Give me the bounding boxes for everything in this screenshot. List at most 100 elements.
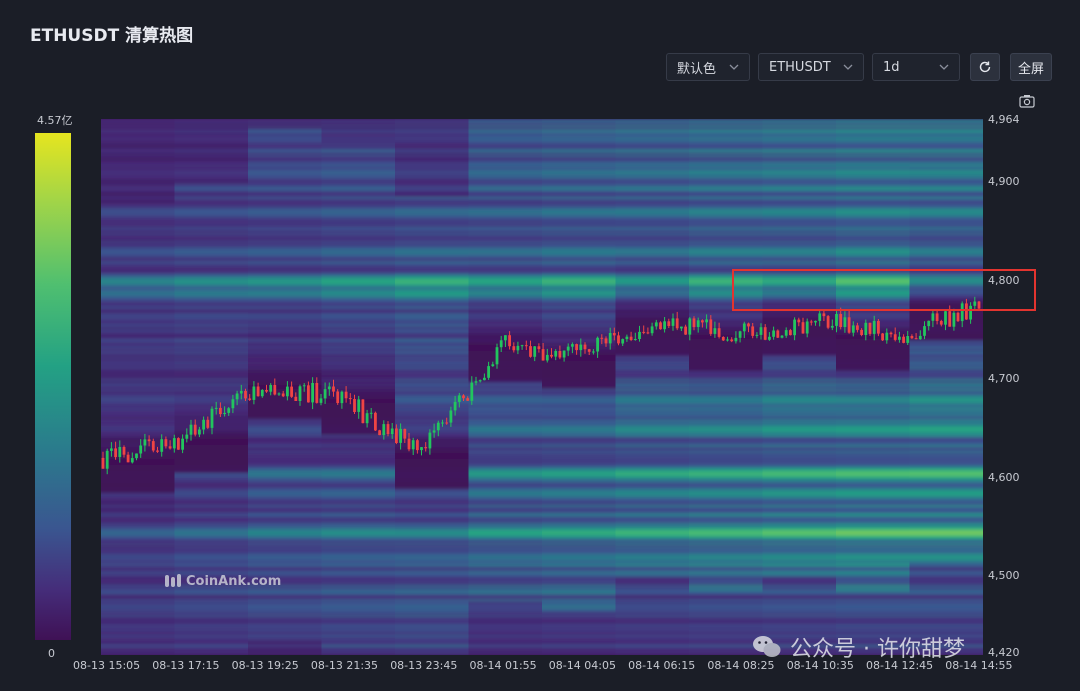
candle-body: [130, 458, 134, 463]
candle-body: [654, 322, 658, 327]
candle-body: [294, 396, 298, 401]
candle-body: [889, 332, 893, 335]
candle-body: [466, 398, 470, 401]
candle-body: [734, 337, 738, 342]
candle-body: [336, 391, 340, 403]
candle-body: [579, 344, 583, 351]
candle-body: [365, 413, 369, 424]
candle-body: [248, 398, 252, 400]
candle-body: [587, 349, 591, 352]
x-tick-label: 08-14 01:55: [469, 659, 537, 672]
fullscreen-button[interactable]: 全屏: [1010, 53, 1052, 81]
candle-body: [562, 350, 566, 358]
candle-body: [675, 318, 679, 329]
candle-body: [277, 393, 281, 395]
x-tick-label: 08-14 04:05: [548, 659, 616, 672]
candle-body: [520, 345, 524, 347]
symbol-select[interactable]: ETHUSDT: [758, 53, 864, 81]
candle-body: [768, 336, 771, 340]
candle-body: [445, 422, 449, 424]
interval-label: 1d: [883, 59, 900, 75]
coinank-logo-text: CoinAnk.com: [186, 573, 282, 589]
candle-body: [801, 322, 805, 334]
candle-body: [592, 351, 595, 353]
candle-body: [860, 329, 863, 335]
candle-body: [273, 385, 277, 395]
candle-body: [265, 390, 268, 392]
candle-body: [797, 319, 801, 323]
candle-body: [369, 412, 373, 414]
candle-body: [332, 386, 335, 392]
candle-body: [600, 337, 604, 339]
refresh-button[interactable]: [970, 53, 1000, 81]
candle-body: [789, 330, 792, 336]
candle-body: [906, 336, 910, 343]
candle-body: [952, 312, 956, 327]
y-tick-label: 4,700: [988, 372, 1020, 386]
candle-body: [709, 319, 713, 334]
candle-body: [864, 322, 868, 335]
candle-body: [881, 333, 884, 341]
x-tick-label: 08-13 21:35: [310, 659, 379, 672]
candle-body: [780, 335, 784, 338]
candle-body: [759, 327, 763, 335]
candle-body: [453, 401, 457, 411]
candle-body: [663, 321, 666, 330]
candle-body: [646, 332, 650, 334]
candle-body: [156, 450, 159, 452]
candle-body: [659, 322, 662, 330]
color-scale-bar: [35, 133, 71, 640]
candle-body: [633, 339, 637, 340]
candle-body: [189, 424, 193, 435]
candle-body: [382, 424, 386, 436]
coinank-logo-icon: [165, 574, 181, 587]
candle-body: [877, 320, 880, 334]
candle-body: [726, 339, 729, 341]
candle-body: [721, 337, 725, 341]
candle-body: [893, 334, 897, 340]
candle-body: [554, 351, 558, 357]
candle-body: [424, 447, 428, 449]
candle-body: [307, 385, 310, 403]
color-scheme-select[interactable]: 默认色: [666, 53, 750, 81]
candle-body: [340, 391, 344, 404]
candle-body: [374, 412, 377, 431]
candle-body: [512, 346, 516, 351]
candle-body: [680, 326, 683, 329]
candle-body: [809, 321, 813, 323]
candle-body: [147, 439, 151, 442]
candle-body: [935, 313, 939, 321]
candle-body: [701, 320, 704, 323]
watermark: 公众号 · 许你甜梦: [752, 631, 965, 663]
camera-icon[interactable]: [1019, 94, 1035, 108]
candle-body: [193, 424, 197, 435]
chevron-down-icon: [939, 64, 949, 70]
candle-body: [550, 354, 553, 357]
candle-body: [830, 325, 834, 328]
candle-body: [110, 448, 113, 451]
candle-body: [122, 447, 126, 455]
candle-body: [244, 390, 247, 399]
y-tick-label: 4,500: [988, 569, 1020, 583]
candle-body: [516, 345, 520, 351]
candle-body: [717, 328, 721, 337]
heatmap-chart: [101, 119, 1036, 655]
candle-body: [537, 346, 541, 350]
interval-select[interactable]: 1d: [872, 53, 960, 81]
page-title: ETHUSDT 清算热图: [30, 26, 194, 46]
candle-body: [378, 430, 381, 436]
candle-body: [210, 408, 214, 428]
candle-body: [478, 380, 482, 382]
y-tick-label: 4,420: [988, 646, 1020, 659]
candle-body: [151, 441, 155, 451]
candle-body: [269, 385, 273, 392]
candle-body: [688, 318, 692, 335]
candle-body: [508, 335, 511, 347]
candle-body: [642, 331, 646, 333]
candle-body: [776, 330, 780, 338]
candle-body: [960, 303, 964, 322]
candle-body: [931, 313, 935, 321]
candle-body: [705, 319, 708, 323]
chevron-down-icon: [729, 64, 739, 70]
candle-body: [198, 429, 201, 435]
